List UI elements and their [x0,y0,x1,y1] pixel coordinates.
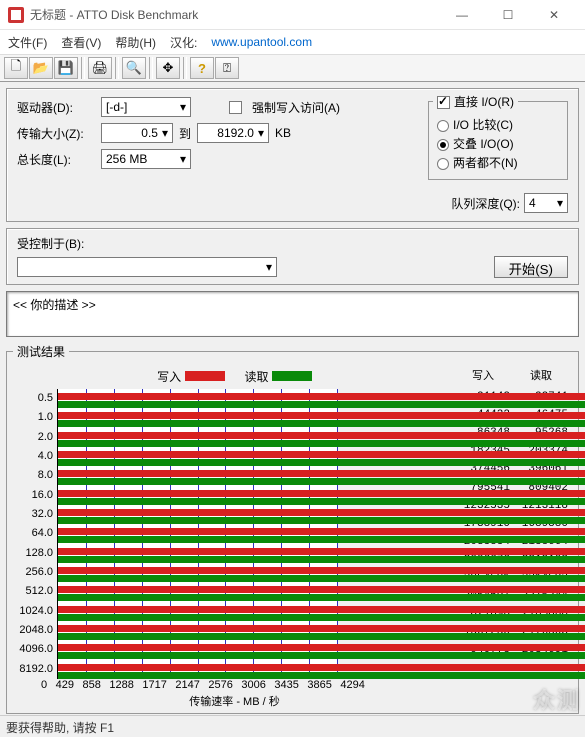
results-title: 测试结果 [13,343,69,360]
controlled-select[interactable]: ▾ [17,257,277,277]
locale-label: 汉化: [170,34,197,51]
chevron-down-icon: ▾ [258,126,264,140]
print-icon[interactable]: 🖨 [88,57,112,79]
queue-depth-label: 队列深度(Q): [451,195,520,212]
drive-select[interactable]: [-d-]▾ [101,97,191,117]
new-icon[interactable]: 🗋 [4,57,28,79]
chevron-down-icon: ▾ [162,126,168,140]
description-textarea[interactable]: << 你的描述 >> [6,291,579,337]
unit-label: KB [275,126,291,140]
io-group: 直接 I/O(R) I/O 比较(C) 交叠 I/O(O) 两者都不(N) [428,93,568,180]
save-icon[interactable]: 💾 [54,57,78,79]
separator [81,57,85,79]
legend-read-label: 读取 [245,370,269,384]
open-icon[interactable]: 📂 [29,57,53,79]
whatsthis-icon[interactable]: ⍰ [215,57,239,79]
move-icon[interactable]: ✥ [156,57,180,79]
legend-write-label: 写入 [157,370,181,384]
close-button[interactable]: ✕ [531,0,577,30]
xfer-to-select[interactable]: 8192.0▾ [197,123,269,143]
separator [183,57,187,79]
locale-link[interactable]: www.upantool.com [211,35,312,49]
separator [115,57,119,79]
chevron-down-icon: ▾ [557,196,563,210]
window-title: 无标题 - ATTO Disk Benchmark [30,6,439,23]
y-axis-labels: 0.51.02.04.08.016.032.064.0128.0256.0512… [13,389,57,679]
watermark: 众测 [533,683,581,715]
help-icon[interactable]: ? [190,57,214,79]
chevron-down-icon: ▾ [180,100,186,114]
io-neither-radio[interactable] [437,158,449,170]
find-icon[interactable]: 🔍 [122,57,146,79]
chevron-down-icon: ▾ [266,260,272,274]
x-axis-title: 传输速率 - MB / 秒 [13,693,456,709]
force-write-checkbox[interactable] [229,101,242,114]
chevron-down-icon: ▾ [180,152,186,166]
legend-read-swatch [272,371,312,381]
menu-file[interactable]: 文件(F) [8,34,47,51]
force-write-label: 强制写入访问(A) [252,99,340,116]
length-select[interactable]: 256 MB▾ [101,149,191,169]
bar-chart [57,389,337,679]
minimize-button[interactable]: — [439,0,485,30]
menu-view[interactable]: 查看(V) [61,34,101,51]
legend-write-swatch [185,371,225,381]
drive-label: 驱动器(D): [17,99,95,116]
separator [149,57,153,79]
maximize-button[interactable]: ☐ [485,0,531,30]
queue-depth-select[interactable]: 4▾ [524,193,568,213]
menu-help[interactable]: 帮助(H) [115,34,156,51]
status-bar: 要获得帮助, 请按 F1 [0,715,585,737]
io-overlap-radio[interactable] [437,139,449,151]
start-button[interactable]: 开始(S) [494,256,568,278]
io-compare-radio[interactable] [437,120,449,132]
xfer-from-select[interactable]: 0.5▾ [101,123,173,143]
length-label: 总长度(L): [17,151,95,168]
to-label: 到 [179,125,191,142]
controlled-label: 受控制于(B): [17,235,84,252]
app-icon [8,7,24,23]
direct-io-checkbox[interactable] [437,96,450,109]
xfer-label: 传输大小(Z): [17,125,95,142]
